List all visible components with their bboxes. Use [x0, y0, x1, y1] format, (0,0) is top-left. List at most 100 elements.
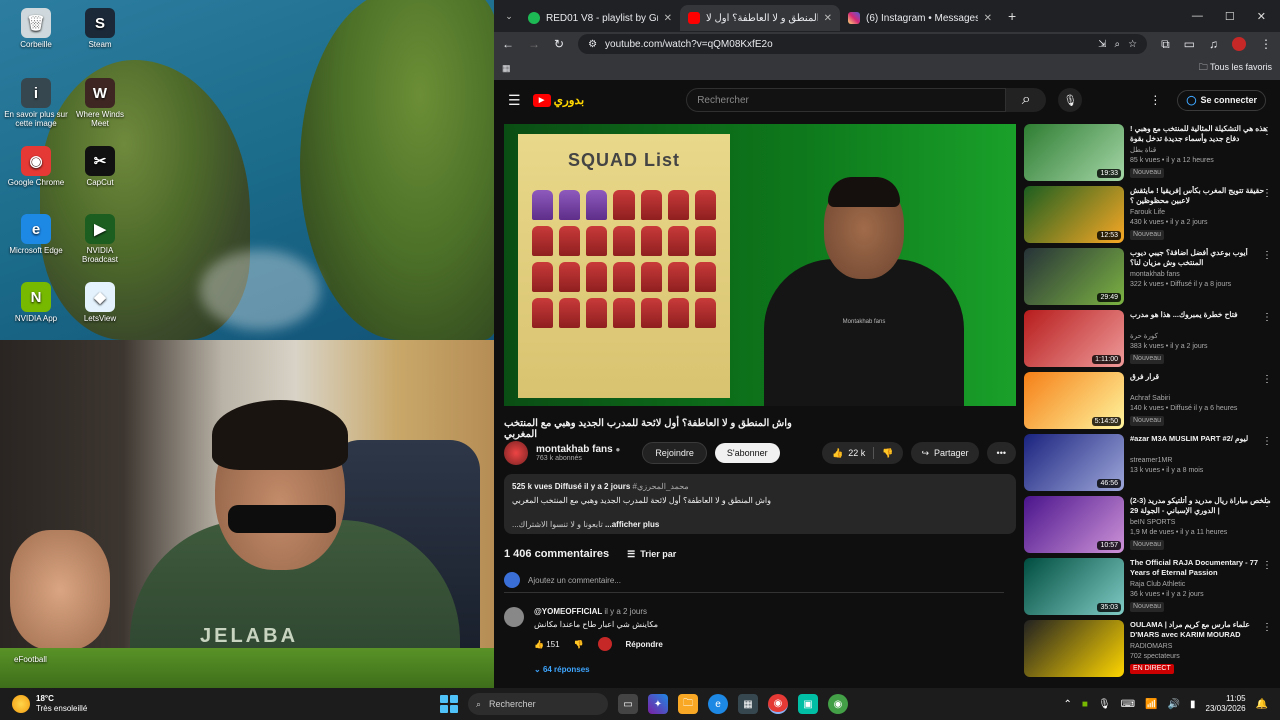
search-button[interactable]: ⌕ [1006, 88, 1047, 112]
video-thumbnail[interactable]: 46:56 [1024, 434, 1124, 491]
desktop-icon[interactable]: S Steam [68, 8, 132, 49]
description-hashtag[interactable]: #محمد_المحرزي [633, 482, 689, 491]
channel-avatar[interactable] [504, 441, 528, 465]
notification-bell-icon[interactable]: 🔔 [1256, 699, 1268, 710]
video-menu-icon[interactable]: ⋮ [1262, 436, 1272, 447]
desktop-icon[interactable]: W Where Winds Meet [68, 78, 132, 128]
video-thumbnail[interactable]: 1:11:00 [1024, 310, 1124, 367]
desktop-icon[interactable]: ✂ CapCut [68, 146, 132, 187]
video-menu-icon[interactable]: ⋮ [1262, 312, 1272, 323]
clock[interactable]: 11:05 23/03/2026 [1206, 694, 1246, 714]
tab-spotify[interactable]: RED01 V8 - playlist by Greenbo ✕ [520, 5, 680, 31]
video-thumbnail[interactable]: 35:03 [1024, 558, 1124, 615]
recommended-video[interactable]: 1:11:00 فتاح خطرة يمبروك... هذا هو مدرب كو… [1024, 310, 1274, 370]
recommended-video[interactable]: 5:14:50 قرار فرق Achraf Sabiri 140 k vues •… [1024, 372, 1274, 432]
battery-icon[interactable]: ▮ [1190, 699, 1196, 710]
media-icon[interactable]: ♫ [1209, 37, 1218, 51]
sort-button[interactable]: ☰ Trier par [627, 549, 676, 560]
settings-kebab-icon[interactable]: ⋮ [1149, 93, 1161, 107]
task-view-icon[interactable]: ▭ [618, 694, 638, 714]
forward-icon[interactable]: → [528, 37, 540, 51]
tab-search-icon[interactable]: ⌄ [498, 11, 520, 22]
video-menu-icon[interactable]: ⋮ [1262, 622, 1272, 633]
sign-in-button[interactable]: ◯ Se connecter [1177, 89, 1266, 111]
close-window-icon[interactable]: ✕ [1257, 10, 1266, 23]
hamburger-menu-icon[interactable]: ☰ [508, 92, 521, 109]
taskbar-search[interactable]: ⌕ Rechercher [468, 693, 608, 715]
profile-icon[interactable] [1232, 37, 1246, 51]
store-icon[interactable]: ▦ [738, 694, 758, 714]
chrome-icon[interactable]: ◉ [768, 694, 788, 714]
video-thumbnail[interactable]: 12:53 [1024, 186, 1124, 243]
video-menu-icon[interactable]: ⋮ [1262, 560, 1272, 571]
reload-icon[interactable]: ↻ [554, 37, 564, 51]
commenter-avatar[interactable] [504, 607, 524, 627]
video-menu-icon[interactable]: ⋮ [1262, 188, 1272, 199]
like-button[interactable]: 👍 22 k 👎 [822, 442, 904, 464]
all-bookmarks[interactable]: 🗀 Tous les favoris [1199, 60, 1272, 76]
video-menu-icon[interactable]: ⋮ [1262, 250, 1272, 261]
video-thumbnail[interactable] [1024, 620, 1124, 677]
site-info-icon[interactable]: ⚙ [588, 39, 597, 50]
show-more-link[interactable]: ...afficher plus [605, 520, 659, 529]
wifi-icon[interactable]: 📶 [1145, 699, 1157, 710]
video-thumbnail[interactable]: 5:14:50 [1024, 372, 1124, 429]
add-comment-input[interactable]: Ajoutez un commentaire... [504, 572, 1004, 593]
recommended-video[interactable]: 19:33 هذه هي التشكيلة المثالية للمنتخب مع… [1024, 124, 1274, 184]
video-menu-icon[interactable]: ⋮ [1262, 498, 1272, 509]
nvidia-tray-icon[interactable]: ■ [1082, 699, 1088, 710]
mic-tray-icon[interactable]: 🎙 [1098, 699, 1111, 710]
desktop-icon[interactable]: e Microsoft Edge [4, 214, 68, 255]
address-bar[interactable]: ⚙ youtube.com/watch?v=qQM08KxfE2o ⇲ ⌕ ☆ [578, 34, 1148, 54]
capcut-icon[interactable]: ▣ [798, 694, 818, 714]
maximize-icon[interactable]: ☐ [1225, 10, 1235, 23]
chrome-profile-icon[interactable]: ◉ [828, 694, 848, 714]
language-icon[interactable]: ⌨ [1121, 699, 1135, 710]
recommended-video[interactable]: 12:53 حقيقة تتويج المغرب بكأس إفريقيا ! م… [1024, 186, 1274, 246]
desktop-icon[interactable]: N NVIDIA App [4, 282, 68, 323]
back-icon[interactable]: ← [502, 37, 514, 51]
video-thumbnail[interactable]: 10:57 [1024, 496, 1124, 553]
close-icon[interactable]: ✕ [984, 13, 992, 24]
desktop-icon[interactable]: 🗑 Corbeille [4, 8, 68, 49]
comment-dislike-icon[interactable]: 👎 [574, 640, 584, 649]
volume-icon[interactable]: 🔊 [1168, 699, 1180, 710]
desktop-icon[interactable]: ◉ Google Chrome [4, 146, 68, 187]
desktop-icon[interactable]: ◆ LetsView [68, 282, 132, 323]
comment-like-button[interactable]: 👍 151 [534, 640, 560, 649]
search-input[interactable]: Rechercher [686, 88, 1007, 112]
desktop-icon[interactable]: ▶ NVIDIA Broadcast [68, 214, 132, 264]
share-button[interactable]: ↪ Partager [911, 442, 979, 464]
bookmark-star-icon[interactable]: ☆ [1128, 39, 1137, 50]
tab-youtube[interactable]: واش المنطق و لا العاطفة؟ أول لا ✕ [680, 5, 840, 31]
close-icon[interactable]: ✕ [824, 13, 832, 24]
file-explorer-icon[interactable]: 🗀 [678, 694, 698, 714]
mic-icon[interactable]: 🎙 [1058, 88, 1083, 112]
tab-instagram[interactable]: (6) Instagram • Messages ✕ [840, 5, 1000, 31]
recommended-video[interactable]: 35:03 The Official RAJA Documentary - 77 … [1024, 558, 1274, 618]
subscribe-button[interactable]: S'abonner [714, 443, 780, 463]
recommended-video[interactable]: 10:57 ملخص مباراة ريال مدريد و أتلتيكو مد… [1024, 496, 1274, 556]
thumbs-down-icon[interactable]: 👎 [882, 448, 893, 459]
join-button[interactable]: Rejoindre [642, 442, 707, 464]
new-tab-button[interactable]: + [1000, 8, 1024, 24]
close-icon[interactable]: ✕ [664, 13, 672, 24]
start-button[interactable] [440, 695, 458, 713]
recommended-video[interactable]: 46:56 #azar M3A MUSLIM PART #2/ ليوم strea… [1024, 434, 1274, 494]
reply-button[interactable]: Répondre [626, 640, 663, 649]
video-menu-icon[interactable]: ⋮ [1262, 374, 1272, 385]
install-icon[interactable]: ⇲ [1098, 39, 1106, 50]
edge-icon[interactable]: e [708, 694, 728, 714]
recommended-video[interactable]: OULAMA | علماء مارس مع كريم مراد D'MARS … [1024, 620, 1274, 680]
zoom-icon[interactable]: ⌕ [1115, 39, 1121, 50]
video-thumbnail[interactable]: 29:49 [1024, 248, 1124, 305]
more-actions-button[interactable]: ••• [986, 442, 1016, 464]
apps-grid-icon[interactable]: ▦ [502, 63, 511, 74]
weather-widget[interactable]: 18°C Très ensoleillé [0, 694, 87, 714]
commenter-name[interactable]: @YOMEOFFICIAL [534, 607, 602, 616]
sidepanel-icon[interactable]: ▭ [1184, 37, 1195, 51]
extensions-icon[interactable]: ⧉ [1161, 37, 1170, 52]
minimize-icon[interactable]: — [1192, 10, 1203, 23]
tray-chevron-icon[interactable]: ⌃ [1064, 699, 1072, 710]
replies-toggle[interactable]: ⌄ 64 réponses [534, 665, 1016, 674]
